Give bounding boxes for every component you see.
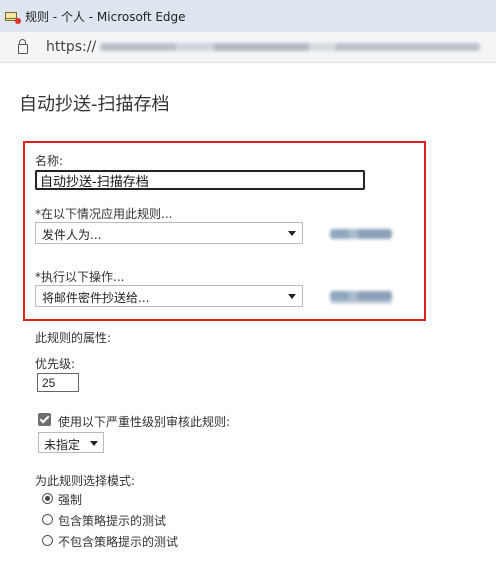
mode-option-enforce: 强制 <box>58 493 83 507</box>
condition-value-link[interactable] <box>330 229 392 239</box>
condition-select[interactable]: 发件人为... <box>35 222 303 244</box>
chevron-down-icon <box>90 441 98 446</box>
url-prefix: https:// <box>46 39 97 55</box>
condition-select-value: 发件人为... <box>42 228 102 242</box>
condition-label: *在以下情况应用此规则... <box>35 207 173 221</box>
properties-heading: 此规则的属性: <box>35 331 112 345</box>
severity-select-value: 未指定 <box>44 438 81 452</box>
outlook-app-icon <box>5 10 21 24</box>
action-label: *执行以下操作... <box>35 270 125 284</box>
window-titlebar: 规则 - 个人 - Microsoft Edge <box>0 0 496 32</box>
lock-icon[interactable] <box>18 39 28 54</box>
priority-label: 优先级: <box>35 357 76 371</box>
window-title: 规则 - 个人 - Microsoft Edge <box>25 9 186 24</box>
severity-checkbox[interactable] <box>38 413 51 426</box>
chevron-down-icon <box>288 231 296 236</box>
mode-option-test-without-tips: 不包含策略提示的测试 <box>58 535 179 549</box>
severity-checkbox-label: 使用以下严重性级别审核此规则: <box>58 415 231 429</box>
url-blurred-text <box>100 43 481 51</box>
action-value-link[interactable] <box>330 291 392 303</box>
name-label: 名称: <box>35 154 64 168</box>
mode-option-test-with-tips: 包含策略提示的测试 <box>58 514 167 528</box>
severity-select[interactable]: 未指定 <box>38 432 104 453</box>
mode-radio-enforce[interactable] <box>42 493 53 504</box>
page-title: 自动抄送-扫描存档 <box>19 94 170 115</box>
mode-radio-test-without-tips[interactable] <box>42 535 53 546</box>
mode-radio-test-with-tips[interactable] <box>42 514 53 525</box>
action-select-value: 将邮件密件抄送给... <box>42 291 150 305</box>
priority-input[interactable] <box>37 373 79 392</box>
rule-name-input[interactable] <box>35 170 365 190</box>
chevron-down-icon <box>288 294 296 299</box>
address-bar[interactable]: https:// <box>0 32 496 63</box>
mode-heading: 为此规则选择模式: <box>35 474 136 488</box>
action-select[interactable]: 将邮件密件抄送给... <box>35 285 303 307</box>
